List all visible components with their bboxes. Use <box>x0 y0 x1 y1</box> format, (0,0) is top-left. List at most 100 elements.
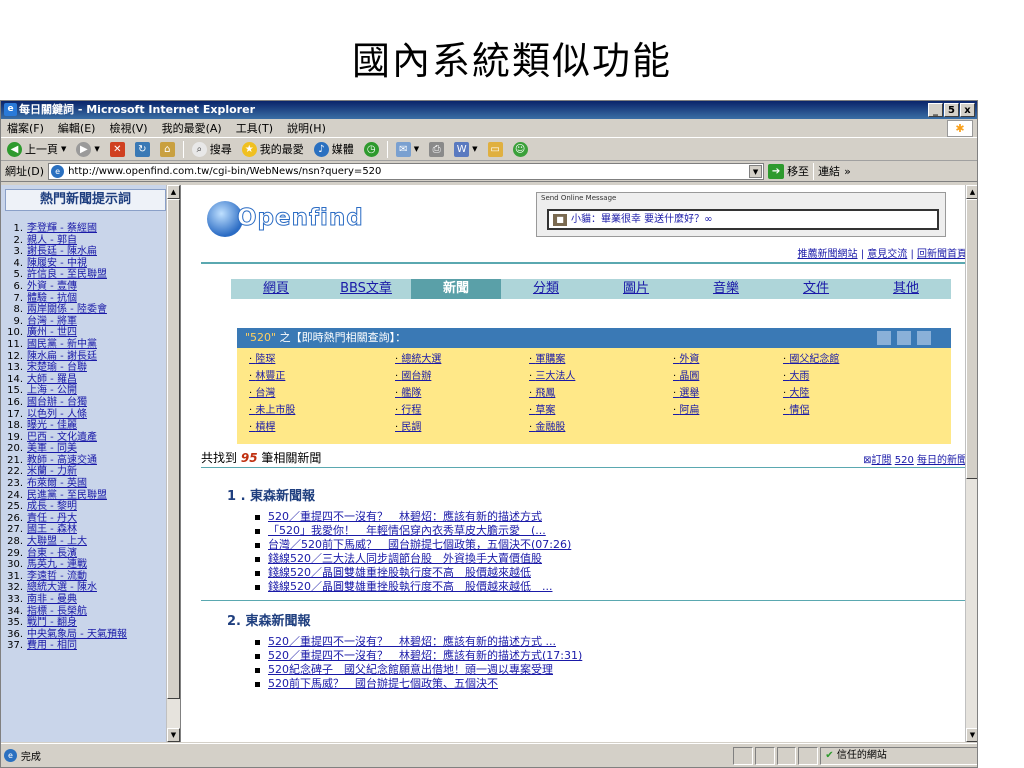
sidebar-keyword-item[interactable]: 10. 廣州 - 世四 <box>7 327 180 339</box>
related-query-link[interactable]: 大雨 <box>783 369 923 385</box>
openfind-logo[interactable]: Openfind <box>207 195 363 237</box>
sidebar-keyword-item[interactable]: 29. 台東 - 長濱 <box>7 548 180 560</box>
sidebar-keyword-item[interactable]: 19. 巴西 - 文化遺產 <box>7 432 180 444</box>
sidebar-keyword-item[interactable]: 18. 曝光 - 佳麗 <box>7 420 180 432</box>
scroll-down-icon[interactable]: ▼ <box>966 728 977 742</box>
tab-3[interactable]: 分類 <box>501 279 591 299</box>
back-button[interactable]: ◀ 上一頁 ▼ <box>5 140 68 159</box>
keyword-link[interactable]: 大師 - 羅昌 <box>27 374 77 386</box>
sidebar-keyword-item[interactable]: 9. 台灣 - 將軍 <box>7 316 180 328</box>
tab-0[interactable]: 網頁 <box>231 279 321 299</box>
related-query-link[interactable]: 飛鳳 <box>529 386 673 402</box>
news-item[interactable]: 520／重提四不一沒有？ 林碧炤：應該有新的描述方式 <box>255 510 571 524</box>
sidebar-keyword-item[interactable]: 21. 教師 - 高速交通 <box>7 455 180 467</box>
sidebar-keyword-item[interactable]: 3. 謝長廷 - 陳水扁 <box>7 246 180 258</box>
keyword-link[interactable]: 國台辦 - 台獨 <box>27 397 87 409</box>
stop-button[interactable]: ✕ <box>108 140 127 159</box>
related-query-link[interactable]: 總統大選 <box>395 352 529 368</box>
related-query-link[interactable]: 阿扁 <box>673 403 783 419</box>
news-item[interactable]: 錢線520／三大法人同步調節台股 外資換手大賣價值股 <box>255 552 571 566</box>
keyword-link[interactable]: 米蘭 - 力新 <box>27 466 77 478</box>
keyword-link[interactable]: 台東 - 長濱 <box>27 548 77 560</box>
tab-6[interactable]: 文件 <box>771 279 861 299</box>
sidebar-keyword-item[interactable]: 16. 國台辦 - 台獨 <box>7 397 180 409</box>
sidebar-keyword-item[interactable]: 27. 國王 - 森林 <box>7 524 180 536</box>
sidebar-keyword-item[interactable]: 12. 陳水扁 - 謝長廷 <box>7 351 180 363</box>
news-item[interactable]: 錢線520／晶圓雙雄重挫股執行度不高 股價越來越低 <box>255 566 571 580</box>
related-query-link[interactable]: 未上市股 <box>249 403 395 419</box>
keyword-link[interactable]: 李登輝 - 蔡經國 <box>27 223 97 235</box>
minimize-button[interactable]: _ <box>928 103 943 117</box>
sidebar-keyword-item[interactable]: 34. 指標 - 長榮航 <box>7 606 180 618</box>
related-query-link[interactable]: 選舉 <box>673 386 783 402</box>
related-query-link[interactable]: 大陸 <box>783 386 923 402</box>
sidebar-keyword-item[interactable]: 37. 費用 - 相同 <box>7 640 180 652</box>
keyword-link[interactable]: 台灣 - 將軍 <box>27 316 77 328</box>
keyword-link[interactable]: 謝長廷 - 陳水扁 <box>27 246 97 258</box>
related-query-link[interactable]: 外資 <box>673 352 783 368</box>
keyword-link[interactable]: 指標 - 長榮航 <box>27 606 87 618</box>
news-link[interactable]: 520紀念碑子 國父紀念館願意出借地！頭一週以專案受理 <box>268 663 553 677</box>
keyword-link[interactable]: 巴西 - 文化遺產 <box>27 432 97 444</box>
sidebar-keyword-item[interactable]: 22. 米蘭 - 力新 <box>7 466 180 478</box>
sidebar-keyword-item[interactable]: 30. 馬英九 - 連戰 <box>7 559 180 571</box>
sidebar-keyword-item[interactable]: 23. 布萊爾 - 英國 <box>7 478 180 490</box>
tab-5[interactable]: 音樂 <box>681 279 771 299</box>
related-query-link[interactable]: 行程 <box>395 403 529 419</box>
address-input[interactable]: e http://www.openfind.com.tw/cgi-bin/Web… <box>48 162 765 180</box>
tab-1[interactable]: BBS文章 <box>321 279 411 299</box>
news-link[interactable]: 520／重提四不一沒有？ 林碧炤：應該有新的描述方式(17:31) <box>268 649 582 663</box>
forward-button[interactable]: ▶ ▼ <box>74 140 101 159</box>
news-link[interactable]: 錢線520／晶圓雙雄重挫股執行度不高 股價越來越低 <box>268 566 531 580</box>
close-button[interactable]: x <box>960 103 975 117</box>
news-item[interactable]: 「520」我愛你！ 年輕情侶穿內衣秀草皮大膽示愛 (... <box>255 524 571 538</box>
menu-tools[interactable]: 工具(T) <box>236 120 273 136</box>
sidebar-keyword-item[interactable]: 28. 大聯盟 - 上大 <box>7 536 180 548</box>
scroll-down-icon[interactable]: ▼ <box>167 728 180 742</box>
keyword-link[interactable]: 外資 - 壹傳 <box>27 281 77 293</box>
keyword-link[interactable]: 體驗 - 抗個 <box>27 293 77 305</box>
keyword-link[interactable]: 馬英九 - 連戰 <box>27 559 87 571</box>
keyword-link[interactable]: 陳水扁 - 謝長廷 <box>27 351 97 363</box>
related-query-link[interactable]: 台灣 <box>249 386 395 402</box>
news-item[interactable]: 台灣／520前下馬威？ 國台辦提七個政策，五個決不(07:26) <box>255 538 571 552</box>
related-query-link[interactable]: 金融股 <box>529 420 673 436</box>
subscribe-link[interactable]: ⊠訂閱 520 每日的新聞 <box>863 451 967 466</box>
keyword-link[interactable]: 教師 - 高速交通 <box>27 455 97 467</box>
keyword-link[interactable]: 宋楚瑜 - 台聯 <box>27 362 87 374</box>
online-message-input[interactable]: ■ 小貓：畢業很幸 要送什麼好？∞ <box>547 209 939 230</box>
tab-2[interactable]: 新聞 <box>411 279 501 299</box>
news-home-link[interactable]: 回新聞首頁 <box>917 249 967 260</box>
maximize-button[interactable]: 5 <box>944 103 959 117</box>
news-item[interactable]: 520前下馬威？ 國台辦提七個政策、五個決不 <box>255 677 582 691</box>
keyword-link[interactable]: 國王 - 森林 <box>27 524 77 536</box>
related-query-link[interactable]: 民調 <box>395 420 529 436</box>
sidebar-keyword-item[interactable]: 24. 民進黨 - 至民聯盟 <box>7 490 180 502</box>
sidebar-keyword-item[interactable]: 25. 成長 - 黎明 <box>7 501 180 513</box>
keyword-link[interactable]: 民進黨 - 至民聯盟 <box>27 490 107 502</box>
chevron-down-icon[interactable]: ▼ <box>749 164 763 178</box>
search-button[interactable]: ⌕ 搜尋 <box>190 140 234 159</box>
sidebar-keyword-item[interactable]: 7. 體驗 - 抗個 <box>7 293 180 305</box>
sidebar-keyword-item[interactable]: 15. 上海 - 公開 <box>7 385 180 397</box>
menu-favorites[interactable]: 我的最愛(A) <box>162 120 222 136</box>
related-query-link[interactable]: 陸琛 <box>249 352 395 368</box>
sidebar-keyword-item[interactable]: 26. 責任 - 丹大 <box>7 513 180 525</box>
keyword-link[interactable]: 廣州 - 世四 <box>27 327 77 339</box>
keyword-link[interactable]: 許信良 - 至民聯盟 <box>27 269 107 281</box>
keyword-link[interactable]: 戰鬥 - 翻身 <box>27 617 77 629</box>
main-scrollbar[interactable]: ▲ ▼ <box>965 185 977 742</box>
sidebar-keyword-item[interactable]: 17. 以色列 - 人條 <box>7 409 180 421</box>
news-item[interactable]: 520／重提四不一沒有？ 林碧炤：應該有新的描述方式(17:31) <box>255 649 582 663</box>
keyword-link[interactable]: 兩岸關係 - 陸委會 <box>27 304 107 316</box>
scroll-up-icon[interactable]: ▲ <box>966 185 977 199</box>
keyword-link[interactable]: 以色列 - 人條 <box>27 409 87 421</box>
keyword-link[interactable]: 美軍 - 同美 <box>27 443 77 455</box>
menu-edit[interactable]: 編輯(E) <box>58 120 96 136</box>
news-item[interactable]: 520紀念碑子 國父紀念館願意出借地！頭一週以專案受理 <box>255 663 582 677</box>
links-button[interactable]: 連結 <box>818 163 840 179</box>
print-button[interactable]: ⎙ <box>427 140 446 159</box>
keyword-link[interactable]: 陳履安 - 中視 <box>27 258 87 270</box>
home-button[interactable]: ⌂ <box>158 140 177 159</box>
keyword-link[interactable]: 中央氣象局 - 天氣預報 <box>27 629 127 641</box>
